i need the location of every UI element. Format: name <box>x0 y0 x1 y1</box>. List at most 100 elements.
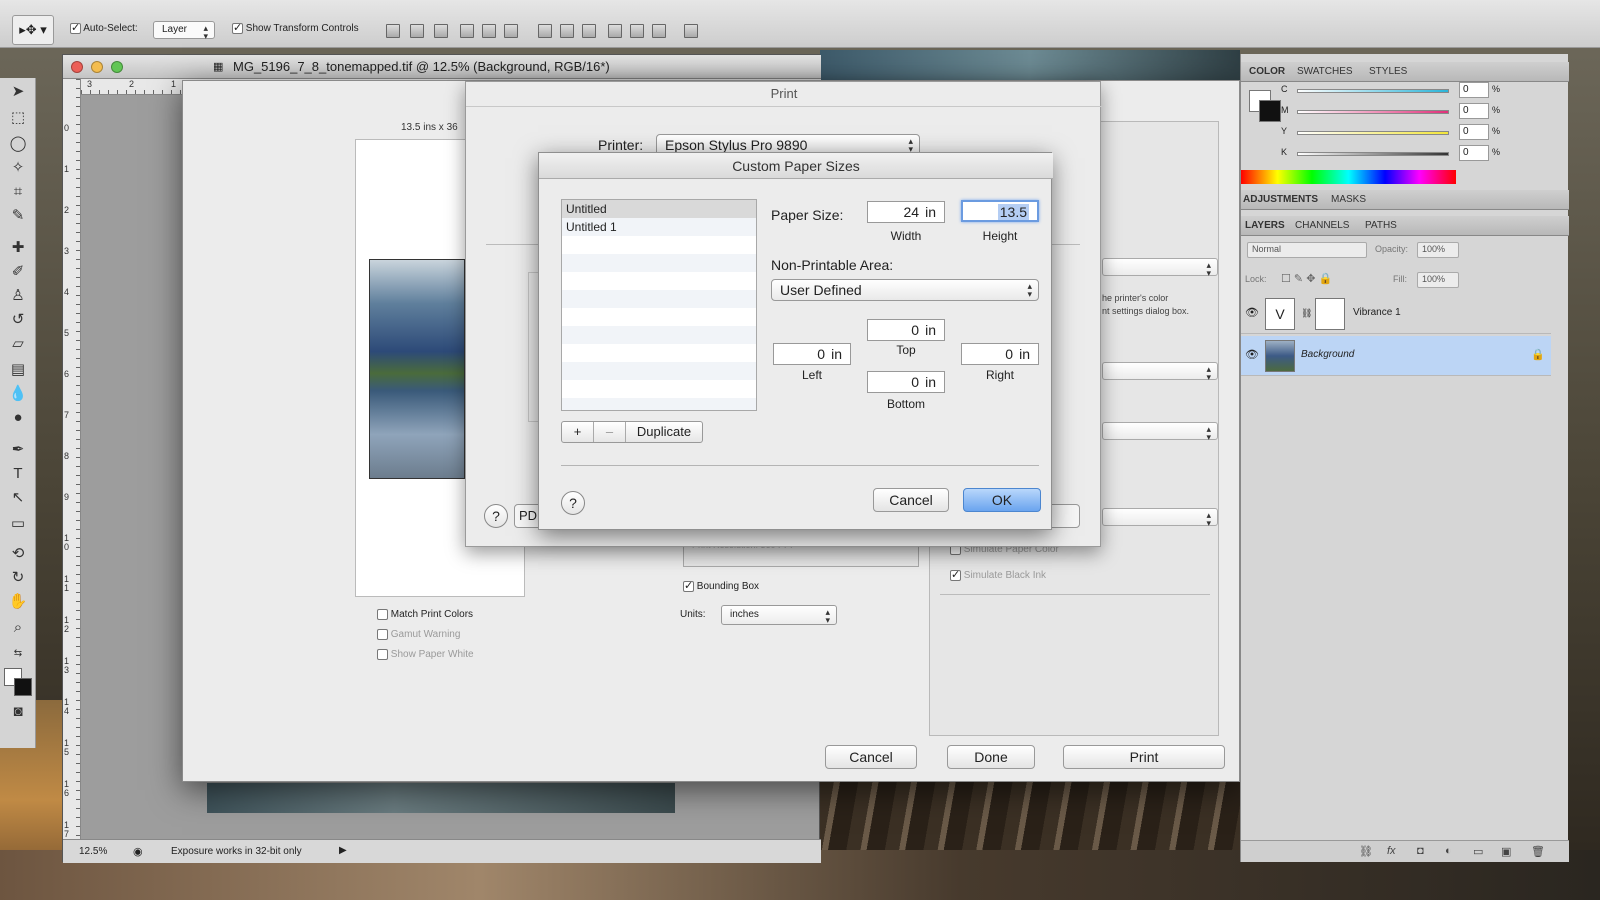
healing-brush-tool-icon[interactable]: ✚ <box>8 238 28 258</box>
channel-slider[interactable] <box>1297 131 1449 135</box>
fill-field[interactable]: 100% <box>1417 272 1459 288</box>
custom-paper-ok-button[interactable]: OK <box>963 488 1041 512</box>
lasso-tool-icon[interactable]: ◯ <box>8 134 28 154</box>
layer-style-icon[interactable]: fx <box>1387 845 1396 857</box>
color-spectrum-bar[interactable] <box>1241 170 1456 184</box>
hand-tool-icon[interactable]: ✋ <box>8 592 28 612</box>
add-mask-icon[interactable]: ◘ <box>1417 845 1424 857</box>
distribute-center-icon[interactable] <box>560 24 574 38</box>
show-transform-controls-checkbox[interactable]: Show Transform Controls <box>232 21 359 34</box>
move-tool-preset-button[interactable]: ▸✥ ▾ <box>12 15 54 45</box>
gamut-warning-checkbox[interactable]: Gamut Warning <box>377 629 460 640</box>
blur-tool-icon[interactable]: 💧 <box>8 384 28 404</box>
3d-rotate-tool-icon[interactable]: ⟲ <box>8 544 28 564</box>
swap-colors-icon[interactable]: ⇆ <box>8 644 28 664</box>
link-layers-icon[interactable]: ⛓ <box>1359 845 1373 858</box>
new-layer-icon[interactable]: ▣ <box>1501 845 1511 858</box>
print-done-button[interactable]: Done <box>947 745 1035 769</box>
zoom-level[interactable]: 12.5% <box>79 846 107 857</box>
print-cancel-button[interactable]: Cancel <box>825 745 917 769</box>
list-item[interactable]: Untitled <box>562 200 756 218</box>
type-tool-icon[interactable]: T <box>8 464 28 484</box>
paper-size-list[interactable]: Untitled Untitled 1 <box>561 199 757 411</box>
layer-row-selected[interactable]: 👁 Background 🔒 <box>1241 336 1551 376</box>
channel-value-field[interactable]: 0 <box>1459 82 1489 98</box>
list-item[interactable]: Untitled 1 <box>562 218 756 236</box>
tab-layers[interactable]: LAYERS <box>1245 220 1285 231</box>
quick-select-tool-icon[interactable]: ✧ <box>8 158 28 178</box>
clone-stamp-tool-icon[interactable]: ♙ <box>8 286 28 306</box>
custom-paper-cancel-button[interactable]: Cancel <box>873 488 949 512</box>
align-left-edges-icon[interactable] <box>460 24 474 38</box>
eraser-tool-icon[interactable]: ▱ <box>8 334 28 354</box>
auto-select-checkbox[interactable]: Auto-Select: <box>70 21 138 34</box>
match-print-colors-checkbox[interactable]: Match Print Colors <box>377 609 473 620</box>
tab-swatches[interactable]: SWATCHES <box>1297 66 1353 77</box>
non-printable-area-select[interactable]: User Defined ▴ ▾ <box>771 279 1039 301</box>
auto-align-layers-icon[interactable] <box>684 24 698 38</box>
units-select[interactable]: inches ▴ ▾ <box>721 605 837 625</box>
eye-icon[interactable]: 👁 <box>1245 306 1259 319</box>
tab-channels[interactable]: CHANNELS <box>1295 220 1349 231</box>
history-brush-tool-icon[interactable]: ↺ <box>8 310 28 330</box>
tab-styles[interactable]: STYLES <box>1369 66 1407 77</box>
opacity-field[interactable]: 100% <box>1417 242 1459 258</box>
print-help-button[interactable]: ? <box>484 504 508 528</box>
pen-tool-icon[interactable]: ✒ <box>8 440 28 460</box>
right-margin-field[interactable]: 0 in <box>961 343 1039 365</box>
align-vertical-centers-icon[interactable] <box>410 24 424 38</box>
height-field[interactable]: 13.5 <box>961 200 1039 222</box>
eye-icon[interactable]: 👁 <box>1245 348 1259 361</box>
bottom-margin-field[interactable]: 0 in <box>867 371 945 393</box>
channel-value-field[interactable]: 0 <box>1459 124 1489 140</box>
new-group-icon[interactable]: ▭ <box>1473 845 1483 858</box>
distribute-bottom-icon[interactable] <box>582 24 596 38</box>
duplicate-button[interactable]: Duplicate <box>626 422 702 442</box>
blend-mode-select[interactable]: Normal <box>1247 242 1367 258</box>
brush-tool-icon[interactable]: ✐ <box>8 262 28 282</box>
simulate-black-ink-checkbox[interactable]: Simulate Black Ink <box>950 568 1046 581</box>
layer-row[interactable]: 👁 V ⛓ Vibrance 1 <box>1241 294 1551 334</box>
tab-masks[interactable]: MASKS <box>1331 194 1366 205</box>
status-menu-arrow-icon[interactable]: ▶ <box>339 845 347 856</box>
tab-adjustments[interactable]: ADJUSTMENTS <box>1243 194 1318 205</box>
align-right-edges-icon[interactable] <box>504 24 518 38</box>
channel-value-field[interactable]: 0 <box>1459 145 1489 161</box>
align-top-edges-icon[interactable] <box>386 24 400 38</box>
status-info-icon[interactable]: ◉ <box>133 845 143 858</box>
tab-paths[interactable]: PATHS <box>1365 220 1397 231</box>
remove-size-button[interactable]: – <box>594 422 626 442</box>
status-text[interactable]: Exposure works in 32-bit only <box>171 846 302 857</box>
proof-setup-select[interactable]: ▴ ▾ <box>1102 508 1218 528</box>
lock-icons[interactable]: ☐ ✎ ✥ 🔒 <box>1281 272 1332 285</box>
printer-profile-select[interactable]: ▴ ▾ <box>1102 362 1218 382</box>
zoom-tool-icon[interactable]: ⌕ <box>8 618 28 638</box>
print-print-button[interactable]: Print <box>1063 745 1225 769</box>
left-margin-field[interactable]: 0 in <box>773 343 851 365</box>
width-field[interactable]: 24 in <box>867 201 945 223</box>
channel-slider[interactable] <box>1297 152 1449 156</box>
color-bg-swatch[interactable] <box>1259 100 1281 122</box>
tab-color[interactable]: COLOR <box>1249 66 1285 77</box>
shape-tool-icon[interactable]: ▭ <box>8 514 28 534</box>
align-bottom-edges-icon[interactable] <box>434 24 448 38</box>
custom-paper-help-button[interactable]: ? <box>561 491 585 515</box>
dodge-tool-icon[interactable]: ● <box>8 408 28 428</box>
eyedropper-tool-icon[interactable]: ✎ <box>8 206 28 226</box>
channel-slider[interactable] <box>1297 89 1449 93</box>
show-paper-white-checkbox[interactable]: Show Paper White <box>377 649 474 660</box>
chain-link-icon[interactable]: ⛓ <box>1301 308 1312 319</box>
layer-mask-thumbnail[interactable] <box>1315 298 1345 330</box>
zoom-window-icon[interactable] <box>111 61 123 73</box>
bounding-box-checkbox[interactable]: Bounding Box <box>683 579 759 592</box>
align-horizontal-centers-icon[interactable] <box>482 24 496 38</box>
distribute-right-icon[interactable] <box>652 24 666 38</box>
gradient-tool-icon[interactable]: ▤ <box>8 360 28 380</box>
auto-select-dropdown[interactable]: Layer ▴ ▾ <box>153 21 215 41</box>
channel-value-field[interactable]: 0 <box>1459 103 1489 119</box>
crop-tool-icon[interactable]: ⌗ <box>8 182 28 202</box>
rendering-intent-select[interactable]: ▴ ▾ <box>1102 422 1218 442</box>
marquee-tool-icon[interactable]: ⬚ <box>8 108 28 128</box>
distribute-left-icon[interactable] <box>608 24 622 38</box>
new-adjustment-icon[interactable]: ◐ <box>1445 845 1452 857</box>
